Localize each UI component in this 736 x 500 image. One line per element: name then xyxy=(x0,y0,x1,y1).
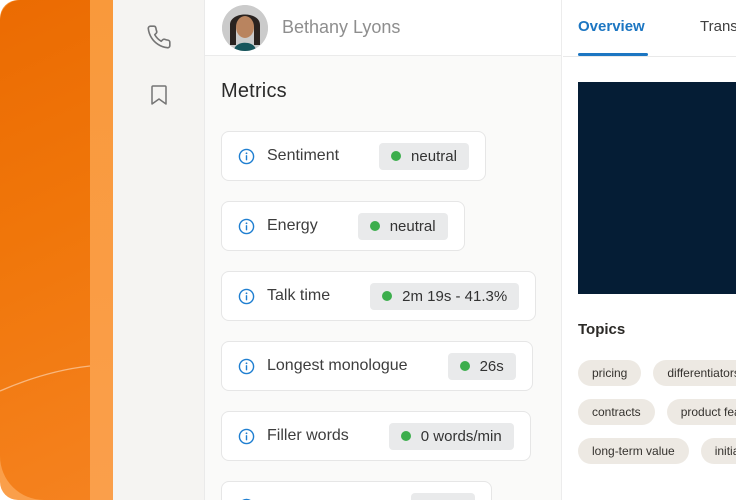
bookmark-icon xyxy=(150,85,167,105)
metric-card: Sentiment neutral xyxy=(221,131,486,181)
topic-chip[interactable]: contracts xyxy=(578,399,655,425)
metric-value: 0 words/min xyxy=(420,427,502,445)
status-dot xyxy=(400,431,411,441)
metric-label: Longest monologue xyxy=(267,357,408,374)
metric-label: Energy xyxy=(267,217,318,234)
phone-icon xyxy=(146,25,171,49)
tab-transcript[interactable]: Transcript xyxy=(700,18,736,35)
icon-rail xyxy=(113,0,205,500)
metric-value: 26s xyxy=(479,357,504,375)
metrics-panel: Bethany Lyons Metrics Sentiment neutral xyxy=(205,0,562,500)
metrics-section: Metrics Sentiment neutral Energy neutral… xyxy=(205,56,561,500)
topic-chip-row: pricing differentiators xyxy=(578,360,736,386)
metric-value: 2m 19s - 41.3% xyxy=(402,287,508,305)
topic-chip[interactable]: pricing xyxy=(578,360,642,386)
metric-value: neutral xyxy=(411,147,457,165)
active-tab-underline xyxy=(578,53,648,56)
metric-card xyxy=(221,481,492,500)
contact-name: Bethany Lyons xyxy=(282,17,401,37)
status-dot xyxy=(459,361,470,371)
status-dot xyxy=(382,291,393,301)
metric-value-badge xyxy=(411,493,475,500)
status-dot xyxy=(369,221,380,231)
topics-section: Topics pricing differentiators contracts… xyxy=(563,294,736,464)
tab-bar: Overview Transcript xyxy=(563,0,736,57)
decorative-arc xyxy=(0,365,91,392)
topic-chip-row: long-term value initial investment xyxy=(578,438,736,464)
metric-label: Talk time xyxy=(267,287,331,304)
metric-value-badge: 26s xyxy=(447,352,516,380)
metric-card: Longest monologue 26s xyxy=(221,341,533,391)
avatar xyxy=(222,4,268,51)
metric-value-badge: 0 words/min xyxy=(388,422,514,450)
info-icon[interactable] xyxy=(238,148,255,165)
info-icon[interactable] xyxy=(238,288,255,305)
tab-overview[interactable]: Overview xyxy=(578,18,645,35)
topic-chip-row: contracts product features xyxy=(578,399,736,425)
bookmarks-nav-button[interactable] xyxy=(139,75,179,115)
info-icon[interactable] xyxy=(238,428,255,445)
info-icon[interactable] xyxy=(238,358,255,375)
topic-chip[interactable]: product features xyxy=(666,399,736,425)
overview-panel: Overview Transcript Topics pricing diffe… xyxy=(563,0,736,500)
status-dot xyxy=(391,151,402,161)
metric-value-badge: neutral xyxy=(379,142,469,170)
metric-card: Talk time 2m 19s - 41.3% xyxy=(221,271,537,321)
info-icon[interactable] xyxy=(238,218,255,235)
metric-card: Filler words 0 words/min xyxy=(221,411,531,461)
topic-chip[interactable]: long-term value xyxy=(578,438,689,464)
topic-chip[interactable]: differentiators xyxy=(653,360,736,386)
video-placeholder[interactable] xyxy=(578,82,736,294)
contact-header: Bethany Lyons xyxy=(205,0,561,56)
metric-value-badge: neutral xyxy=(357,212,448,240)
metrics-title: Metrics xyxy=(221,80,287,102)
topic-chip[interactable]: initial investment xyxy=(700,438,736,464)
app-window: Bethany Lyons Metrics Sentiment neutral xyxy=(0,0,736,500)
metric-label: Filler words xyxy=(267,427,349,444)
brand-sidebar xyxy=(0,0,113,500)
metrics-list: Sentiment neutral Energy neutral Talk ti… xyxy=(221,131,561,500)
metric-value: neutral xyxy=(389,217,436,235)
metric-value-badge: 2m 19s - 41.3% xyxy=(370,282,520,310)
topics-title: Topics xyxy=(578,321,626,338)
topics-chip-list: pricing differentiators contracts produc… xyxy=(578,360,736,464)
calls-nav-button[interactable] xyxy=(139,17,179,57)
metric-card: Energy neutral xyxy=(221,201,465,251)
metric-label: Sentiment xyxy=(267,147,340,164)
